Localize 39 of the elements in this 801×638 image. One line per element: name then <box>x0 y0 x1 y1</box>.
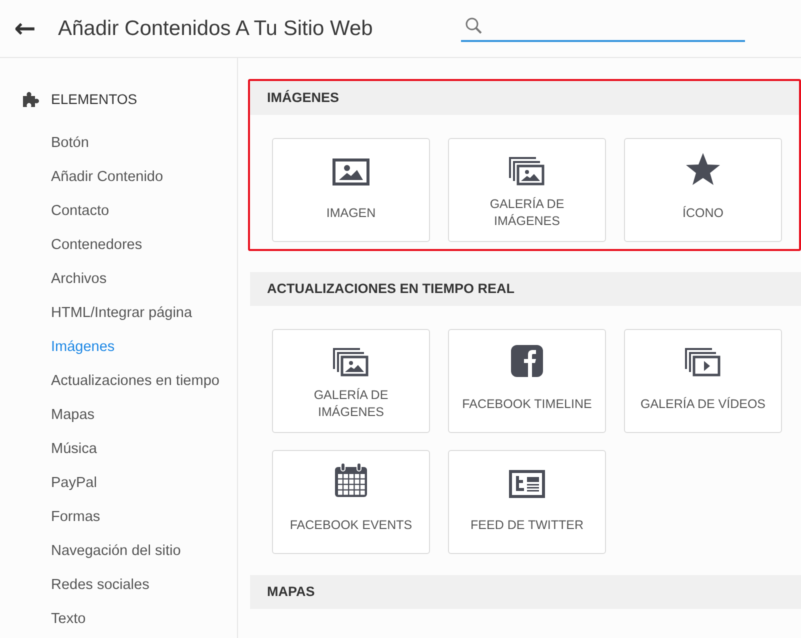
page-title: Añadir Contenidos A Tu Sitio Web <box>58 16 373 42</box>
sidebar-item[interactable]: Música <box>0 433 237 467</box>
section-header: MAPAS <box>250 575 801 609</box>
element-tile[interactable]: GALERÍA DE VÍDEOS <box>624 329 782 433</box>
gallery-icon <box>508 156 546 186</box>
video-gallery-icon <box>684 347 722 377</box>
sidebar-item[interactable]: Imágenes <box>0 331 237 365</box>
sidebar-item[interactable]: Archivos <box>0 263 237 297</box>
element-tile[interactable]: FEED DE TWITTER <box>448 450 606 554</box>
twitter-feed-icon <box>509 470 545 498</box>
gallery-icon <box>332 347 370 377</box>
sidebar-item[interactable]: Botón <box>0 127 237 161</box>
element-tile[interactable]: GALERÍA DE IMÁGENES <box>448 138 606 242</box>
puzzle-icon <box>22 90 39 108</box>
back-button[interactable]: ← <box>14 16 36 42</box>
calendar-icon <box>334 462 368 498</box>
sidebar-item[interactable]: PayPal <box>0 467 237 501</box>
element-tile[interactable]: FACEBOOK TIMELINE <box>448 329 606 433</box>
sidebar-item[interactable]: Redes sociales <box>0 569 237 603</box>
element-tile[interactable]: FACEBOOK EVENTS <box>272 450 430 554</box>
section-header: ACTUALIZACIONES EN TIEMPO REAL <box>250 272 801 306</box>
section-header: IMÁGENES <box>250 81 799 115</box>
sidebar-item[interactable]: HTML/Integrar página <box>0 297 237 331</box>
facebook-icon <box>511 345 543 377</box>
sidebar-item[interactable]: Contacto <box>0 195 237 229</box>
sidebar-item[interactable]: Texto <box>0 603 237 637</box>
sidebar-item[interactable]: Formas <box>0 501 237 535</box>
sidebar-item[interactable]: Actualizaciones en tiempo <box>0 365 237 399</box>
element-tile[interactable]: GALERÍA DE IMÁGENES <box>272 329 430 433</box>
sidebar-item[interactable]: Mapas <box>0 399 237 433</box>
sidebar-heading: ELEMENTOS <box>51 90 138 108</box>
element-tile[interactable]: ÍCONO <box>624 138 782 242</box>
element-tile[interactable]: IMAGEN <box>272 138 430 242</box>
search-icon <box>464 16 483 34</box>
sidebar-item[interactable]: Navegación del sitio <box>0 535 237 569</box>
sidebar-item[interactable]: Contenedores <box>0 229 237 263</box>
image-icon <box>332 158 370 186</box>
star-icon <box>685 152 721 186</box>
sidebar-item[interactable]: Añadir Contenido <box>0 161 237 195</box>
